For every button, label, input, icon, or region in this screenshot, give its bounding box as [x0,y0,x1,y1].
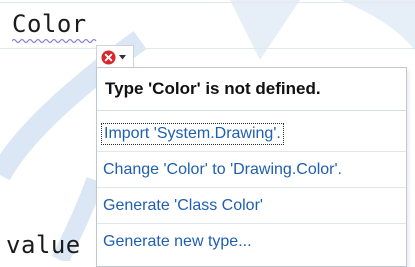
editor-line-separator [0,2,415,3]
fix-label: Import 'System.Drawing'. [101,122,284,145]
error-icon [101,49,116,65]
code-identifier-value[interactable]: value [6,231,81,259]
fix-label: Generate new type... [103,233,252,250]
error-squiggle [12,38,97,44]
editor-line-separator [0,48,415,49]
error-smart-tag-button[interactable] [96,45,134,68]
popup-error-message: Type 'Color' is not defined. [97,68,406,111]
chevron-down-icon [119,54,126,59]
fix-generate-new-type[interactable]: Generate new type... [97,224,406,260]
fix-change-to-drawing-color[interactable]: Change 'Color' to 'Drawing.Color'. [97,152,406,188]
fix-import-system-drawing[interactable]: Import 'System.Drawing'. [97,116,406,152]
error-correction-popup: Type 'Color' is not defined. Import 'Sys… [96,67,407,267]
code-identifier-color[interactable]: Color [12,10,87,38]
fix-label: Generate 'Class Color' [103,196,263,214]
fix-generate-class-color[interactable]: Generate 'Class Color' [97,188,406,224]
fix-label: Change 'Color' to 'Drawing.Color'. [103,160,342,178]
